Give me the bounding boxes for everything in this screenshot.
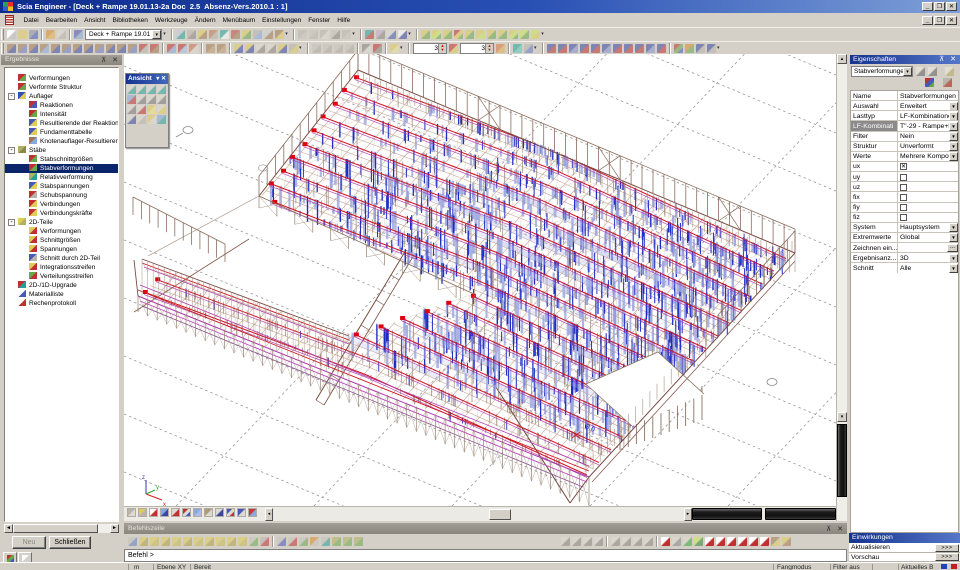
svg-text:y: y [156, 485, 159, 491]
svg-text:z: z [142, 475, 145, 481]
svg-text:3.0: 3.0 [584, 423, 596, 433]
